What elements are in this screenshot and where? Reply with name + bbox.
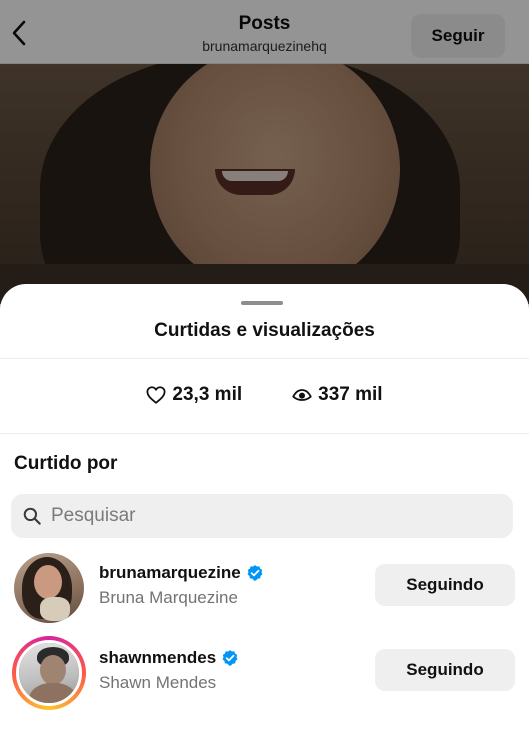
avatar[interactable] (12, 636, 86, 710)
following-button[interactable]: Seguindo (375, 564, 515, 606)
user-full-name: Shawn Mendes (99, 673, 217, 692)
eye-icon (292, 389, 312, 401)
divider (0, 358, 529, 359)
search-bar[interactable] (11, 494, 513, 538)
user-row[interactable]: shawnmendes Shawn Mendes Seguindo (0, 636, 529, 716)
avatar[interactable] (12, 551, 86, 625)
likes-count: 23,3 mil (172, 384, 243, 405)
user-row[interactable]: brunamarquezine Bruna Marquezine Seguind… (0, 551, 529, 631)
liked-by-heading: Curtido por (14, 453, 118, 474)
avatar-face (40, 655, 66, 685)
verified-badge-icon (222, 650, 238, 666)
sheet-drag-handle[interactable] (241, 301, 283, 305)
likes-sheet: Curtidas e visualizações 23,3 mil 337 mi… (0, 284, 529, 730)
search-input[interactable] (51, 505, 491, 527)
user-name[interactable]: shawnmendes (99, 648, 239, 668)
likes-stat: 23,3 mil (146, 384, 242, 406)
user-full-name: Bruna Marquezine (99, 588, 238, 607)
views-count: 337 mil (318, 384, 383, 405)
heart-icon (146, 386, 166, 404)
sheet-title: Curtidas e visualizações (154, 320, 375, 341)
following-button[interactable]: Seguindo (375, 649, 515, 691)
avatar-image (16, 640, 82, 706)
avatar-pet (40, 597, 70, 621)
username: brunamarquezine (99, 563, 241, 582)
divider (0, 433, 529, 434)
user-name[interactable]: brunamarquezine (99, 563, 264, 583)
stats-row: 23,3 mil 337 mil (0, 380, 529, 410)
avatar-body (29, 683, 77, 703)
views-stat: 337 mil (292, 384, 383, 406)
username: shawnmendes (99, 648, 217, 667)
search-icon (23, 507, 41, 525)
avatar-image (14, 553, 84, 623)
verified-badge-icon (247, 565, 263, 581)
avatar-face (34, 565, 62, 599)
